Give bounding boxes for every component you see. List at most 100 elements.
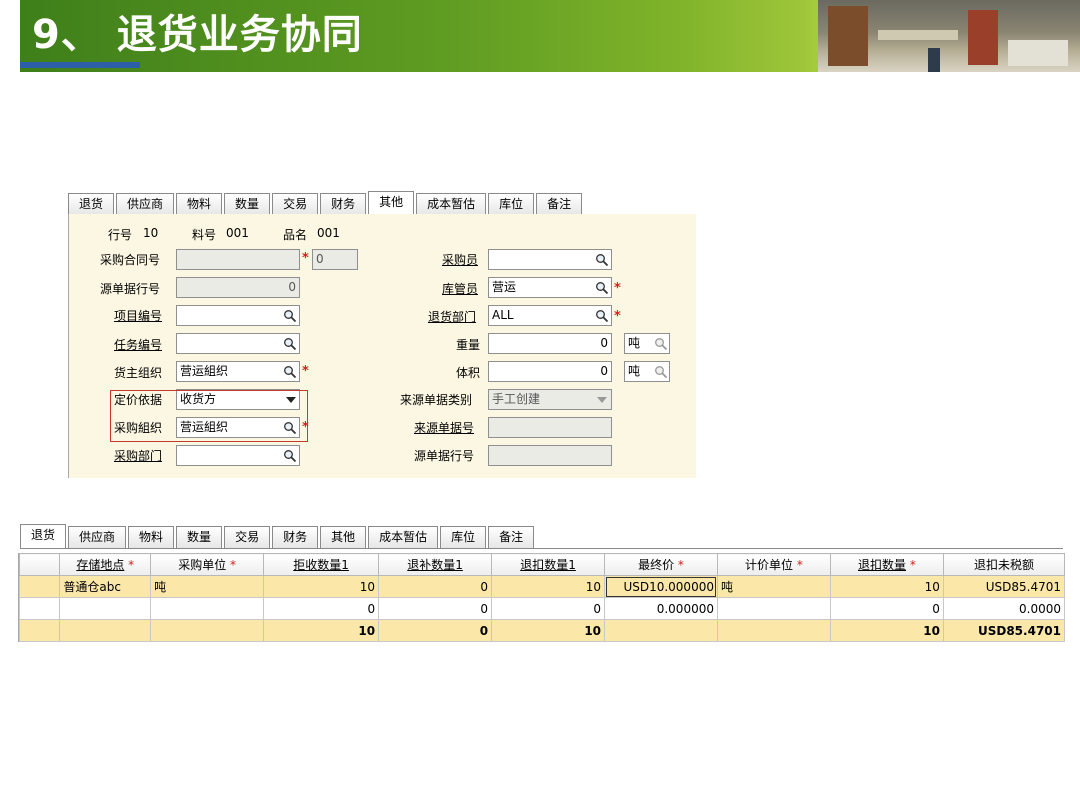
item-name-label: 品名 [283, 228, 308, 242]
magnifier-icon[interactable] [654, 337, 668, 351]
table-cell[interactable]: 0 [378, 575, 493, 598]
line-no-label: 行号 [108, 228, 133, 242]
magnifier-icon[interactable] [283, 337, 297, 351]
src-type-select[interactable]: 手工创建 [488, 389, 612, 410]
form-tab-5[interactable]: 财务 [320, 193, 367, 215]
table-cell[interactable]: 0 [829, 597, 944, 620]
src-no-field[interactable] [488, 417, 612, 438]
purch-dept-field[interactable] [176, 445, 300, 466]
src-no-label[interactable]: 来源单据号 [414, 419, 474, 436]
grid-tab-5[interactable]: 财务 [272, 526, 319, 548]
grid-tab-9[interactable]: 备注 [488, 526, 535, 548]
table-cell[interactable]: 10 [829, 575, 944, 598]
magnifier-icon[interactable] [283, 309, 297, 323]
grid-tab-4[interactable]: 交易 [224, 526, 271, 548]
magnifier-icon[interactable] [283, 365, 297, 379]
project-label[interactable]: 项目编号 [114, 307, 162, 324]
column-header-label: 存储地点 [76, 558, 125, 572]
return-dept-label[interactable]: 退货部门 [428, 308, 476, 325]
contract-field[interactable] [176, 249, 300, 270]
table-row[interactable]: 普通仓abc 吨 10 0 10 USD10.000000 吨 10 USD85.4701 [18, 575, 1066, 598]
column-header[interactable]: 退扣数量 * [829, 553, 944, 576]
task-label[interactable]: 任务编号 [114, 336, 162, 353]
column-header-label: 拒收数量1 [293, 558, 349, 572]
table-cell[interactable]: USD85.4701 [942, 575, 1066, 598]
form-tab-9[interactable]: 备注 [536, 193, 583, 215]
grid-tab-8[interactable]: 库位 [440, 526, 487, 548]
grid-tab-3[interactable]: 数量 [176, 526, 223, 548]
grid-tab-6[interactable]: 其他 [320, 526, 367, 548]
table-row[interactable]: 0 0 0 0.000000 0 0.0000 [18, 597, 1066, 620]
column-header[interactable]: 最终价 * [604, 553, 718, 576]
project-field[interactable] [176, 305, 300, 326]
row-gutter [18, 575, 61, 598]
table-cell[interactable]: 0 [263, 597, 380, 620]
table-cell[interactable]: 吨 [150, 575, 265, 598]
owner-org-field[interactable]: 营运組织 [176, 361, 300, 382]
form-tab-1[interactable]: 供应商 [116, 193, 175, 215]
table-cell[interactable]: 10 [263, 575, 380, 598]
table-cell[interactable]: 10 [491, 575, 606, 598]
volume-field[interactable]: 0 [488, 361, 612, 382]
purch-dept-label[interactable]: 采购部门 [114, 447, 162, 464]
warehouse-photo [818, 0, 1080, 72]
column-header[interactable]: 拒收数量1 [263, 553, 380, 576]
required-star: * [226, 558, 237, 572]
column-header-label: 采购单位 [178, 558, 227, 572]
magnifier-icon[interactable] [595, 253, 609, 267]
table-cell[interactable]: 普通仓abc [59, 575, 152, 598]
table-cell[interactable]: USD10.000000 [604, 575, 718, 598]
return-dept-field[interactable]: ALL [488, 305, 612, 326]
total-row[interactable]: 10 0 10 10 USD85.4701 [18, 619, 1066, 642]
column-header-label: 退补数量1 [407, 558, 463, 572]
table-cell[interactable]: 0 [378, 597, 493, 620]
buyer-field[interactable] [488, 249, 612, 270]
column-header[interactable]: 存储地点 * [59, 553, 152, 576]
grid-tab-strip: 退货 供应商 物料 数量 交易 财务 其他 成本暂估 库位 备注 [20, 524, 1063, 549]
magnifier-icon[interactable] [654, 365, 668, 379]
table-cell[interactable] [59, 597, 152, 620]
table-cell[interactable]: 0 [491, 597, 606, 620]
buyer-label[interactable]: 采购员 [442, 251, 478, 268]
column-header[interactable]: 退扣未税额 [942, 553, 1066, 576]
table-cell[interactable] [716, 597, 831, 620]
required-star: * [906, 558, 916, 572]
keeper-field[interactable]: 营运 [488, 277, 612, 298]
grid-tab-7[interactable]: 成本暂估 [368, 526, 439, 548]
highlight-box [110, 390, 308, 442]
table-cell[interactable]: 0.000000 [604, 597, 718, 620]
column-header[interactable]: 退扣数量1 [491, 553, 606, 576]
contract-extra-field[interactable]: 0 [312, 249, 358, 270]
grid-tab-2[interactable]: 物料 [128, 526, 175, 548]
contract-label: 采购合同号 [100, 253, 161, 267]
table-cell[interactable] [150, 597, 265, 620]
table-cell[interactable]: 0.0000 [942, 597, 1066, 620]
form-tab-0[interactable]: 退货 [68, 193, 115, 215]
column-header[interactable]: 退补数量1 [378, 553, 493, 576]
grid-tab-0[interactable]: 退货 [20, 524, 67, 548]
column-header[interactable]: 计价单位 * [716, 553, 831, 576]
form-tab-4[interactable]: 交易 [272, 193, 319, 215]
magnifier-icon[interactable] [595, 309, 609, 323]
keeper-label[interactable]: 库管员 [442, 280, 478, 297]
form-tab-7[interactable]: 成本暂估 [416, 193, 487, 215]
column-header[interactable]: 采购单位 * [150, 553, 265, 576]
form-tab-3[interactable]: 数量 [224, 193, 271, 215]
chevron-down-icon[interactable] [597, 397, 607, 403]
form-tab-2[interactable]: 物料 [176, 193, 223, 215]
line-no-value: 10 [143, 226, 159, 240]
weight-field[interactable]: 0 [488, 333, 612, 354]
required-star: * [614, 281, 621, 296]
form-tab-8[interactable]: 库位 [488, 193, 535, 215]
grid-tab-1[interactable]: 供应商 [68, 526, 127, 548]
form-tab-6[interactable]: 其他 [368, 191, 415, 215]
table-cell: 0 [378, 619, 493, 642]
magnifier-icon[interactable] [595, 281, 609, 295]
table-cell[interactable]: 吨 [716, 575, 831, 598]
task-field[interactable] [176, 333, 300, 354]
required-star: * [124, 558, 135, 572]
src-line-field[interactable]: 0 [176, 277, 300, 298]
src-line2-field[interactable] [488, 445, 612, 466]
src-line-label: 源单据行号 [100, 282, 161, 296]
magnifier-icon[interactable] [283, 449, 297, 463]
